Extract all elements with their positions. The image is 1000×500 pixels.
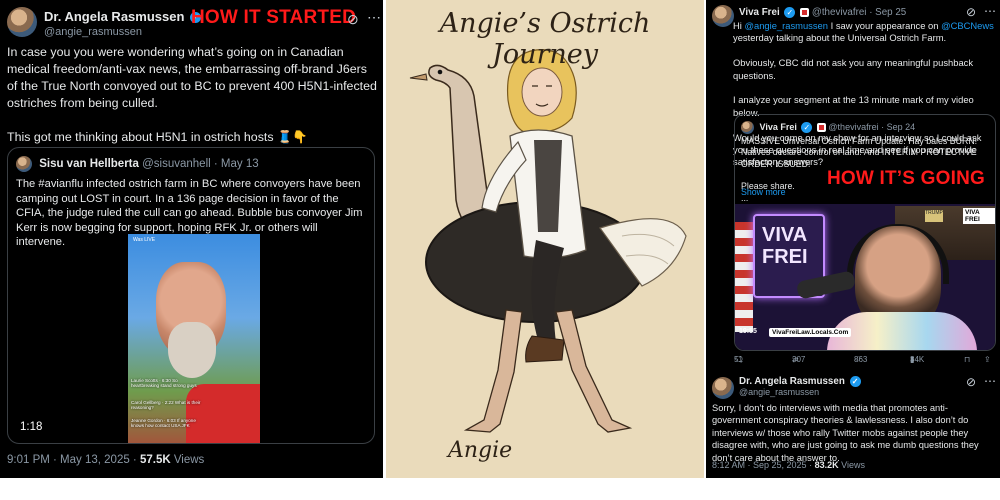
ostrich-leg-back (555, 309, 633, 433)
how-its-going-banner: HOW IT’S GOING (827, 168, 985, 189)
author-name-row[interactable]: Dr. Angela Rasmussen ✓ (44, 9, 202, 24)
view-label: Views (838, 460, 865, 470)
more-options-icon[interactable]: ⋯ (984, 374, 996, 388)
author-row: Viva Frei ✓ @thevivafrei · Sep 25 (739, 7, 906, 18)
grok-icon[interactable]: ⊘ (966, 5, 976, 19)
quoted-tweet-header: Sisu van Hellberta @sisuvanhell · May 13 (16, 156, 259, 172)
video-shirt (186, 384, 260, 443)
quoted-author-name[interactable]: Sisu van Hellberta (39, 158, 139, 170)
artist-signature: Angie (448, 438, 513, 463)
grok-icon[interactable]: ⊘ (347, 11, 359, 28)
quoted-tweet[interactable]: Viva Frei ✓ @thevivafrei · Sep 24 MASSIV… (734, 114, 996, 351)
reply-count: 51 (734, 355, 743, 364)
ostrich-eye (437, 69, 443, 75)
reply-tweet-header: Dr. Angela Rasmussen ✓ @angie_rasmussen … (712, 374, 998, 399)
more-options-icon[interactable]: ⋯ (367, 9, 381, 26)
video-duration: 19:55 (739, 328, 757, 335)
video-duration: 1:18 (20, 421, 43, 433)
quoted-avatar (16, 156, 32, 172)
illustration-title: Angie’s Ostrich Journey (439, 8, 651, 70)
grok-icon[interactable]: ⊘ (966, 375, 976, 389)
video-comment: Laurie Scotts · 6:30 So heartbreaking st… (131, 378, 197, 389)
author-name-row: Dr. Angela Rasmussen ✓ (739, 376, 861, 387)
show-more-link[interactable]: Show more (741, 187, 786, 197)
verified-check-icon: ✓ (801, 122, 813, 133)
video-live-label: Was LIVE (133, 237, 156, 243)
affiliate-badge-icon (816, 123, 826, 132)
like-count: 863 (854, 355, 868, 364)
shelf-tag: TRUMP (925, 210, 943, 222)
ostrich-illustration: Angie’s Ostrich Journey Angie (386, 0, 704, 478)
author-handle[interactable]: @thevivafrei · Sep 25 (812, 7, 906, 18)
tweet-paragraph-1: Hi @angie_rasmussen I saw your appearanc… (733, 20, 995, 45)
more-options-icon[interactable]: ⋯ (984, 4, 996, 18)
quoted-tweet[interactable]: Sisu van Hellberta @sisuvanhell · May 13… (7, 147, 375, 444)
how-it-started-banner: HOW IT STARTED (191, 7, 356, 28)
quoted-tweet-header: Viva Frei ✓ @thevivafrei · Sep 24 (741, 121, 915, 134)
quoted-video[interactable]: VIVA FREI TRUMP VIVA FREI VivaFreiLaw.Lo… (735, 204, 995, 350)
view-count: 57.5K (139, 454, 171, 466)
quoted-author-name[interactable]: Viva Frei (760, 122, 797, 132)
views-count: 34K (910, 355, 925, 364)
woman-face (521, 67, 563, 117)
share-icon[interactable]: ⇪ (984, 355, 991, 364)
ostrich-leg-front (463, 309, 523, 433)
channel-logo: VIVA FREI (963, 208, 995, 224)
ostrich-drawing (409, 49, 687, 433)
video-comment: Carol Gellberg · 2:22 What is their reas… (131, 400, 201, 411)
tweet-body: In case you you were wondering what’s go… (7, 44, 379, 146)
bookmark-icon[interactable]: ⊓ (964, 355, 970, 364)
quoted-author-handle[interactable]: @sisuvanhell (142, 158, 211, 170)
author-name[interactable]: Viva Frei (739, 7, 780, 18)
quoted-author-handle[interactable]: @thevivafrei · Sep 24 (828, 122, 915, 132)
tweet-footer: 8:12 AM · Sep 25, 2025 · 83.2K Views (712, 460, 865, 470)
author-handle[interactable]: @angie_rasmussen (44, 26, 142, 38)
avatar[interactable] (7, 7, 37, 37)
verified-check-icon: ✓ (784, 7, 796, 18)
view-count: 83.2K (814, 460, 839, 470)
tweet-actions: 🗨 51 ⇄ 307 ♡ 863 ▮ 34K ⊓ ⇪ (734, 355, 996, 367)
video-overlay-url: VivaFreiLaw.Locals.Com (769, 328, 852, 337)
left-tweet-card: Dr. Angela Rasmussen ✓ @angie_rasmussen … (0, 0, 383, 478)
view-label: Views (170, 454, 205, 466)
verified-check-icon: ✓ (849, 376, 861, 387)
repost-count: 307 (792, 355, 806, 364)
tweet-header: Dr. Angela Rasmussen ✓ @angie_rasmussen … (7, 5, 381, 39)
video-comment: Jeanne Gordon · 6:03 If anyone knows how… (131, 418, 196, 429)
author-handle[interactable]: @angie_rasmussen (739, 387, 819, 397)
quoted-avatar (741, 121, 754, 134)
tweet-footer: 9:01 PM · May 13, 2025 · 57.5K Views (7, 454, 204, 466)
tweet-paragraph-2: This got me thinking about H5N1 in ostri… (7, 130, 308, 144)
ostrich-beak (409, 73, 428, 81)
dark-top (534, 140, 562, 232)
tweet-paragraph-1: In case you you were wondering what’s go… (7, 45, 377, 110)
right-tweet-thread: Viva Frei ✓ @thevivafrei · Sep 25 ⊘ ⋯ Hi… (706, 0, 1000, 478)
greeting-mid: I saw your appearance on (828, 20, 942, 31)
greeting-suffix: yesterday talking about the Universal Os… (733, 32, 947, 44)
video-beard (168, 322, 216, 378)
tweet-paragraph-2: Obviously, CBC did not ask you any meani… (733, 57, 974, 81)
mention-link[interactable]: @angie_rasmussen (744, 20, 828, 31)
author-name[interactable]: Dr. Angela Rasmussen (739, 376, 845, 387)
mention-link[interactable]: @CBCNews (941, 20, 994, 31)
flag-backdrop (735, 222, 753, 332)
woman-boot (525, 335, 565, 363)
avatar[interactable] (712, 5, 734, 27)
quoted-video[interactable]: Was LIVE Laurie Scotts · 6:30 So heartbr… (128, 234, 260, 443)
quoted-date: · May 13 (213, 158, 259, 171)
author-name[interactable]: Dr. Angela Rasmussen (44, 9, 184, 24)
tweet-timestamp[interactable]: 8:12 AM · Sep 25, 2025 · (712, 460, 815, 470)
avatar[interactable] (712, 377, 734, 399)
ostrich-neck (428, 64, 491, 233)
quoted-text-line: MASSIVE Universal Ostrich Farm Update: H… (741, 136, 978, 169)
reply-tweet-text: Sorry, I don’t do interviews with media … (712, 403, 979, 463)
affiliate-badge-icon (800, 8, 810, 17)
tweet-timestamp[interactable]: 9:01 PM · May 13, 2025 · (7, 454, 140, 466)
greeting-prefix: Hi (733, 20, 745, 31)
